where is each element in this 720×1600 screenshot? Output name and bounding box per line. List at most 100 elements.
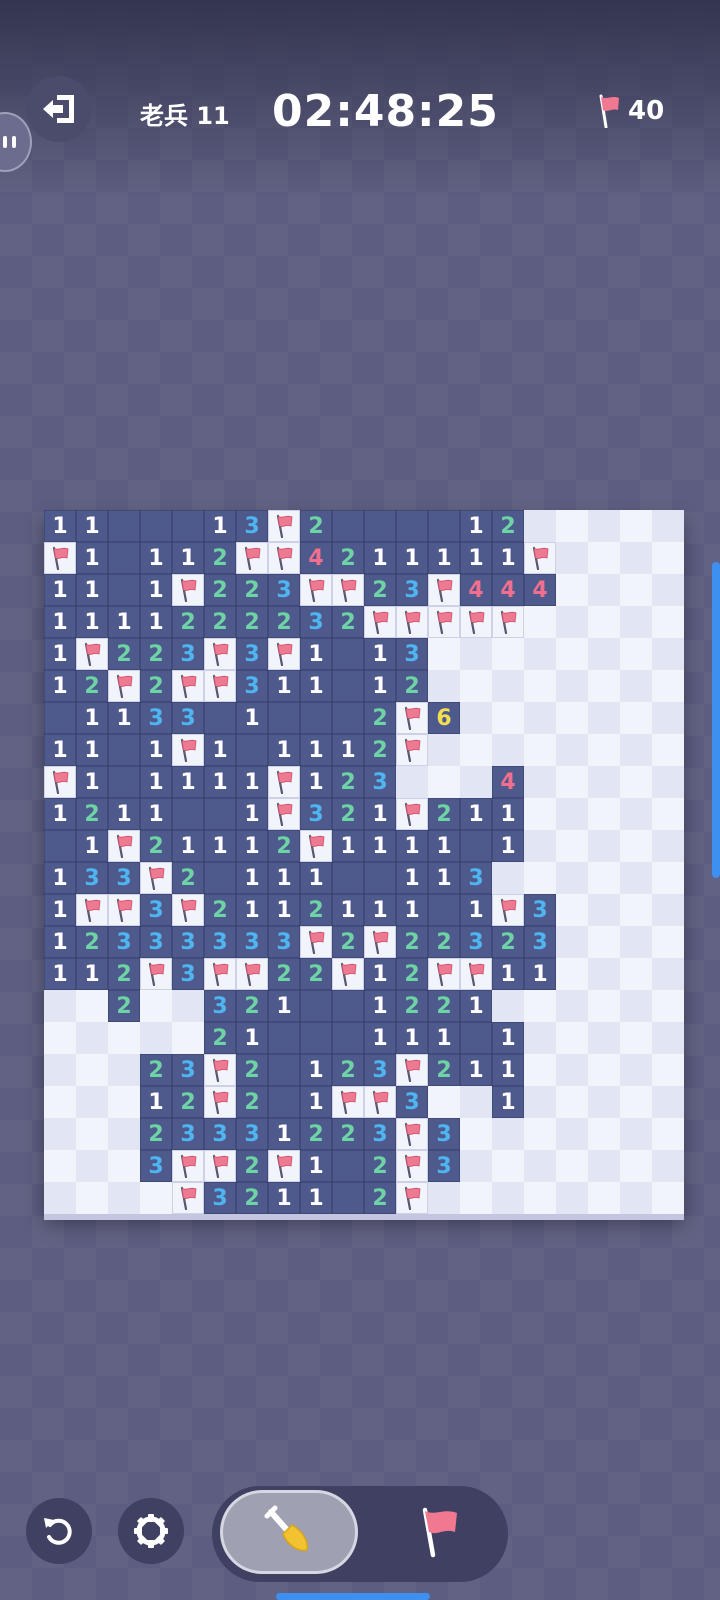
number-cell[interactable]: 1 xyxy=(268,734,300,766)
number-cell[interactable]: 2 xyxy=(364,1182,396,1214)
hidden-cell[interactable] xyxy=(620,670,652,702)
number-cell[interactable]: 1 xyxy=(140,734,172,766)
number-cell[interactable]: 2 xyxy=(300,510,332,542)
number-cell[interactable]: 1 xyxy=(204,766,236,798)
number-cell[interactable]: 3 xyxy=(172,1118,204,1150)
hidden-cell[interactable] xyxy=(556,926,588,958)
number-cell[interactable]: 1 xyxy=(268,990,300,1022)
hidden-cell[interactable] xyxy=(652,862,684,894)
flagged-cell[interactable] xyxy=(76,894,108,926)
hidden-cell[interactable] xyxy=(652,990,684,1022)
number-cell[interactable]: 2 xyxy=(172,862,204,894)
flagged-cell[interactable] xyxy=(428,606,460,638)
number-cell[interactable]: 1 xyxy=(236,702,268,734)
flagged-cell[interactable] xyxy=(236,958,268,990)
number-cell[interactable]: 3 xyxy=(524,926,556,958)
hidden-cell[interactable] xyxy=(620,830,652,862)
hidden-cell[interactable] xyxy=(556,1118,588,1150)
flagged-cell[interactable] xyxy=(460,958,492,990)
flagged-cell[interactable] xyxy=(140,862,172,894)
hidden-cell[interactable] xyxy=(620,862,652,894)
number-cell[interactable]: 1 xyxy=(140,574,172,606)
number-cell[interactable]: 1 xyxy=(76,958,108,990)
hidden-cell[interactable] xyxy=(620,702,652,734)
number-cell[interactable]: 2 xyxy=(108,958,140,990)
number-cell[interactable]: 2 xyxy=(204,894,236,926)
number-cell[interactable]: 2 xyxy=(140,830,172,862)
number-cell[interactable]: 1 xyxy=(460,894,492,926)
hidden-cell[interactable] xyxy=(588,510,620,542)
number-cell[interactable]: 3 xyxy=(140,1150,172,1182)
number-cell[interactable]: 3 xyxy=(460,926,492,958)
number-cell[interactable]: 3 xyxy=(172,958,204,990)
hidden-cell[interactable] xyxy=(652,926,684,958)
hidden-cell[interactable] xyxy=(492,862,524,894)
hidden-cell[interactable] xyxy=(588,1086,620,1118)
hidden-cell[interactable] xyxy=(108,1118,140,1150)
number-cell[interactable]: 1 xyxy=(204,830,236,862)
number-cell[interactable]: 2 xyxy=(364,702,396,734)
hidden-cell[interactable] xyxy=(76,990,108,1022)
flagged-cell[interactable] xyxy=(236,542,268,574)
number-cell[interactable]: 3 xyxy=(108,862,140,894)
number-cell[interactable]: 3 xyxy=(364,766,396,798)
hidden-cell[interactable] xyxy=(620,542,652,574)
number-cell[interactable]: 1 xyxy=(108,798,140,830)
flagged-cell[interactable] xyxy=(204,1150,236,1182)
number-cell[interactable]: 2 xyxy=(428,1054,460,1086)
hidden-cell[interactable] xyxy=(460,1086,492,1118)
number-cell[interactable]: 3 xyxy=(108,926,140,958)
hidden-cell[interactable] xyxy=(588,1022,620,1054)
hidden-cell[interactable] xyxy=(620,1086,652,1118)
hidden-cell[interactable] xyxy=(492,990,524,1022)
number-cell[interactable]: 1 xyxy=(44,862,76,894)
hidden-cell[interactable] xyxy=(492,1182,524,1214)
hidden-cell[interactable] xyxy=(524,862,556,894)
flagged-cell[interactable] xyxy=(108,894,140,926)
number-cell[interactable]: 2 xyxy=(76,926,108,958)
hidden-cell[interactable] xyxy=(556,638,588,670)
hidden-cell[interactable] xyxy=(652,1054,684,1086)
hidden-cell[interactable] xyxy=(460,702,492,734)
flagged-cell[interactable] xyxy=(268,1150,300,1182)
hidden-cell[interactable] xyxy=(524,702,556,734)
hidden-cell[interactable] xyxy=(108,1054,140,1086)
number-cell[interactable]: 3 xyxy=(204,926,236,958)
number-cell[interactable]: 2 xyxy=(108,638,140,670)
flagged-cell[interactable] xyxy=(204,1086,236,1118)
hidden-cell[interactable] xyxy=(588,830,620,862)
number-cell[interactable]: 1 xyxy=(300,1150,332,1182)
number-cell[interactable]: 1 xyxy=(76,830,108,862)
hidden-cell[interactable] xyxy=(620,766,652,798)
hidden-cell[interactable] xyxy=(460,1182,492,1214)
hidden-cell[interactable] xyxy=(652,830,684,862)
number-cell[interactable]: 2 xyxy=(492,510,524,542)
number-cell[interactable]: 1 xyxy=(236,862,268,894)
flagged-cell[interactable] xyxy=(172,574,204,606)
hidden-cell[interactable] xyxy=(556,894,588,926)
number-cell[interactable]: 1 xyxy=(140,542,172,574)
settings-button[interactable] xyxy=(118,1498,184,1564)
hidden-cell[interactable] xyxy=(524,1182,556,1214)
flagged-cell[interactable] xyxy=(268,638,300,670)
hidden-cell[interactable] xyxy=(652,574,684,606)
number-cell[interactable]: 1 xyxy=(44,798,76,830)
number-cell[interactable]: 1 xyxy=(396,894,428,926)
number-cell[interactable]: 2 xyxy=(204,1022,236,1054)
number-cell[interactable]: 1 xyxy=(76,734,108,766)
number-cell[interactable]: 3 xyxy=(172,1054,204,1086)
number-cell[interactable]: 1 xyxy=(364,894,396,926)
number-cell[interactable]: 1 xyxy=(236,830,268,862)
number-cell[interactable]: 2 xyxy=(140,670,172,702)
hidden-cell[interactable] xyxy=(428,734,460,766)
number-cell[interactable]: 2 xyxy=(76,798,108,830)
number-cell[interactable]: 3 xyxy=(396,574,428,606)
hidden-cell[interactable] xyxy=(652,894,684,926)
hidden-cell[interactable] xyxy=(588,542,620,574)
hidden-cell[interactable] xyxy=(588,990,620,1022)
hidden-cell[interactable] xyxy=(556,574,588,606)
number-cell[interactable]: 1 xyxy=(364,990,396,1022)
number-cell[interactable]: 2 xyxy=(236,574,268,606)
hidden-cell[interactable] xyxy=(588,798,620,830)
number-cell[interactable]: 1 xyxy=(460,990,492,1022)
